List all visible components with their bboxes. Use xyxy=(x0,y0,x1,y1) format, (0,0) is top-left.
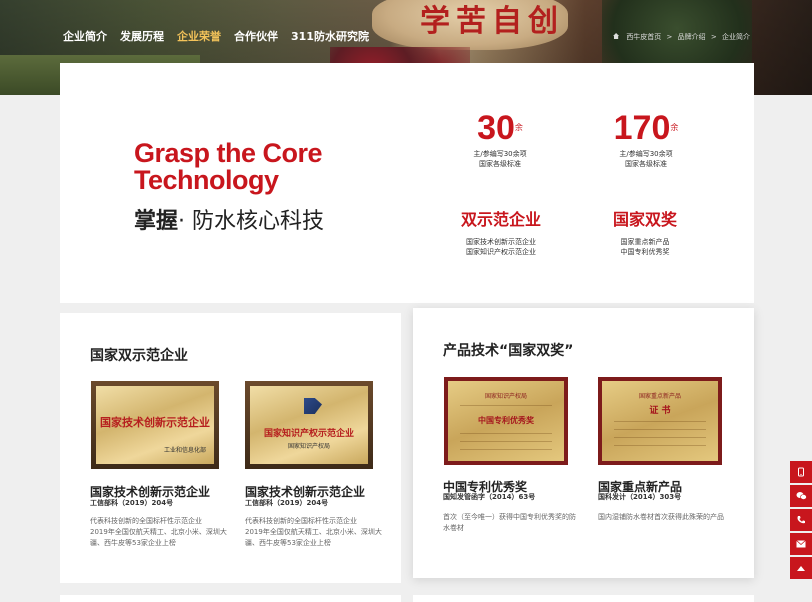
mail-icon[interactable] xyxy=(790,533,812,555)
breadcrumb-level2[interactable]: 企业简介 xyxy=(722,33,750,41)
item-desc: 国内湿铺防水卷材首次获得此殊荣的产品 xyxy=(598,512,738,523)
item-desc-line: 代表科技创新的全国标杆性示范企业 xyxy=(245,517,357,525)
nav-item-intro[interactable]: 企业简介 xyxy=(63,28,107,44)
stat-number: 170 xyxy=(613,109,671,147)
next-card-peek xyxy=(413,595,754,602)
breadcrumb: 西牛皮首页 > 品牌介绍 > 企业简介 xyxy=(613,32,750,42)
certificate-image[interactable]: 国家知识产权局 中国专利优秀奖 xyxy=(444,377,568,465)
stat-desc: 主/参编写30余项 xyxy=(473,150,527,158)
home-icon xyxy=(613,33,620,39)
intro-title-cn: 掌握· 防水核心科技 xyxy=(134,203,324,235)
item-desc-line: 国内湿铺防水卷材首次获得此殊荣的产品 xyxy=(598,513,724,521)
stat-patents: 170余 主/参编写30余项 国家各级标准 xyxy=(610,111,682,169)
next-card-peek xyxy=(60,595,401,602)
item-desc-line: 2019年全国仅航天精工、北京小米、深圳大 xyxy=(90,528,227,536)
cert-title: 中国专利优秀奖 xyxy=(478,416,534,425)
item-desc-line: 水卷材 xyxy=(443,524,464,532)
stat-suffix: 余 xyxy=(670,123,679,132)
honor-dual-demo: 双示范企业 国家技术创新示范企业 国家知识产权示范企业 xyxy=(453,211,549,257)
dual-award-card-title: 产品技术“国家双奖” xyxy=(443,343,574,359)
plaque-text: 国家技术创新示范企业 xyxy=(100,416,210,429)
honor-desc: 国家重点新产品 xyxy=(620,238,670,246)
plaque-sub: 国家知识产权局 xyxy=(287,443,330,450)
call-icon[interactable] xyxy=(790,509,812,531)
cert-title: 证 书 xyxy=(649,406,671,416)
nav-item-partners[interactable]: 合作伙伴 xyxy=(234,28,278,44)
cert-line xyxy=(614,429,706,430)
honor-desc: 国家技术创新示范企业 xyxy=(466,238,536,246)
cert-line xyxy=(614,421,706,422)
item-desc-line: 代表科技创新的全国标杆性示范企业 xyxy=(90,517,202,525)
stat-standards: 30余 主/参编写30余项 国家各级标准 xyxy=(468,111,532,169)
cert-line xyxy=(614,437,706,438)
stat-suffix: 余 xyxy=(514,123,523,132)
cert-line xyxy=(460,433,552,434)
item-doc-number: 工信部科（2019）204号 xyxy=(245,499,329,507)
nav-item-honors[interactable]: 企业荣誉 xyxy=(177,28,221,44)
breadcrumb-level1[interactable]: 品牌介绍 xyxy=(678,33,706,41)
intro-title-en-line1: Grasp the Core xyxy=(134,138,323,168)
plaque-text: 国家知识产权示范企业 xyxy=(263,429,354,439)
intro-title-cn-bold: 掌握 xyxy=(134,209,179,234)
item-doc-number: 国知发管函字（2014）63号 xyxy=(443,493,536,501)
item-desc: 代表科技创新的全国标杆性示范企业 2019年全国仅航天精工、北京小米、深圳大 疆… xyxy=(245,516,395,549)
ip-logo-icon xyxy=(304,398,322,414)
plaque-image[interactable]: 国家知识产权示范企业 国家知识产权局 xyxy=(245,381,373,469)
back-to-top-icon[interactable] xyxy=(790,557,812,579)
item-desc: 首次（至今唯一）获得中国专利优秀奖的防 水卷材 xyxy=(443,512,578,534)
item-desc-line: 疆、西牛皮等53家企业上榜 xyxy=(245,539,331,547)
phone-icon[interactable] xyxy=(790,461,812,483)
breadcrumb-sep: > xyxy=(666,33,673,41)
certificate-image[interactable]: 国家重点新产品 证 书 xyxy=(598,377,722,465)
intro-title-en-line2: Technology xyxy=(134,165,279,195)
plaque-image[interactable]: 国家技术创新示范企业 工业和信息化部 xyxy=(91,381,219,469)
honor-word: 国家双奖 xyxy=(612,210,677,229)
cert-head: 国家知识产权局 xyxy=(484,393,527,400)
wechat-icon[interactable] xyxy=(790,485,812,507)
cert-line xyxy=(614,445,706,446)
item-desc: 代表科技创新的全国标杆性示范企业 2019年全国仅航天精工、北京小米、深圳大 疆… xyxy=(90,516,240,549)
item-doc-number: 工信部科（2019）204号 xyxy=(90,499,174,507)
item-desc-line: 首次（至今唯一）获得中国专利优秀奖的防 xyxy=(443,513,576,521)
floating-contact-bar xyxy=(790,461,812,581)
stat-desc: 国家各级标准 xyxy=(625,160,667,168)
intro-card: Grasp the Core Technology 掌握· 防水核心科技 30余… xyxy=(60,63,754,303)
item-desc-line: 疆、西牛皮等53家企业上榜 xyxy=(90,539,176,547)
breadcrumb-home[interactable]: 西牛皮首页 xyxy=(626,33,661,41)
cert-line xyxy=(460,441,552,442)
stat-desc: 主/参编写30余项 xyxy=(619,150,673,158)
nav-item-institute[interactable]: 311防水研究院 xyxy=(291,28,369,44)
plaque-sub: 工业和信息化部 xyxy=(163,447,206,454)
nav-item-history[interactable]: 发展历程 xyxy=(120,28,164,44)
dual-demo-card-title: 国家双示范企业 xyxy=(90,348,188,364)
honor-desc: 中国专利优秀奖 xyxy=(620,248,670,256)
breadcrumb-sep: > xyxy=(710,33,717,41)
honor-desc: 国家知识产权示范企业 xyxy=(466,248,536,256)
stat-number: 30 xyxy=(477,109,515,147)
honor-word: 双示范企业 xyxy=(460,210,541,229)
honor-dual-award: 国家双奖 国家重点新产品 中国专利优秀奖 xyxy=(603,211,687,257)
cert-line xyxy=(460,449,552,450)
intro-title-cn-rest: · 防水核心科技 xyxy=(178,209,325,234)
intro-title-en: Grasp the Core Technology xyxy=(134,138,323,195)
stat-desc: 国家各级标准 xyxy=(479,160,521,168)
item-doc-number: 国科发计（2014）303号 xyxy=(598,493,682,501)
item-desc-line: 2019年全国仅航天精工、北京小米、深圳大 xyxy=(245,528,382,536)
cert-line xyxy=(460,405,552,406)
cert-head: 国家重点新产品 xyxy=(638,393,681,400)
